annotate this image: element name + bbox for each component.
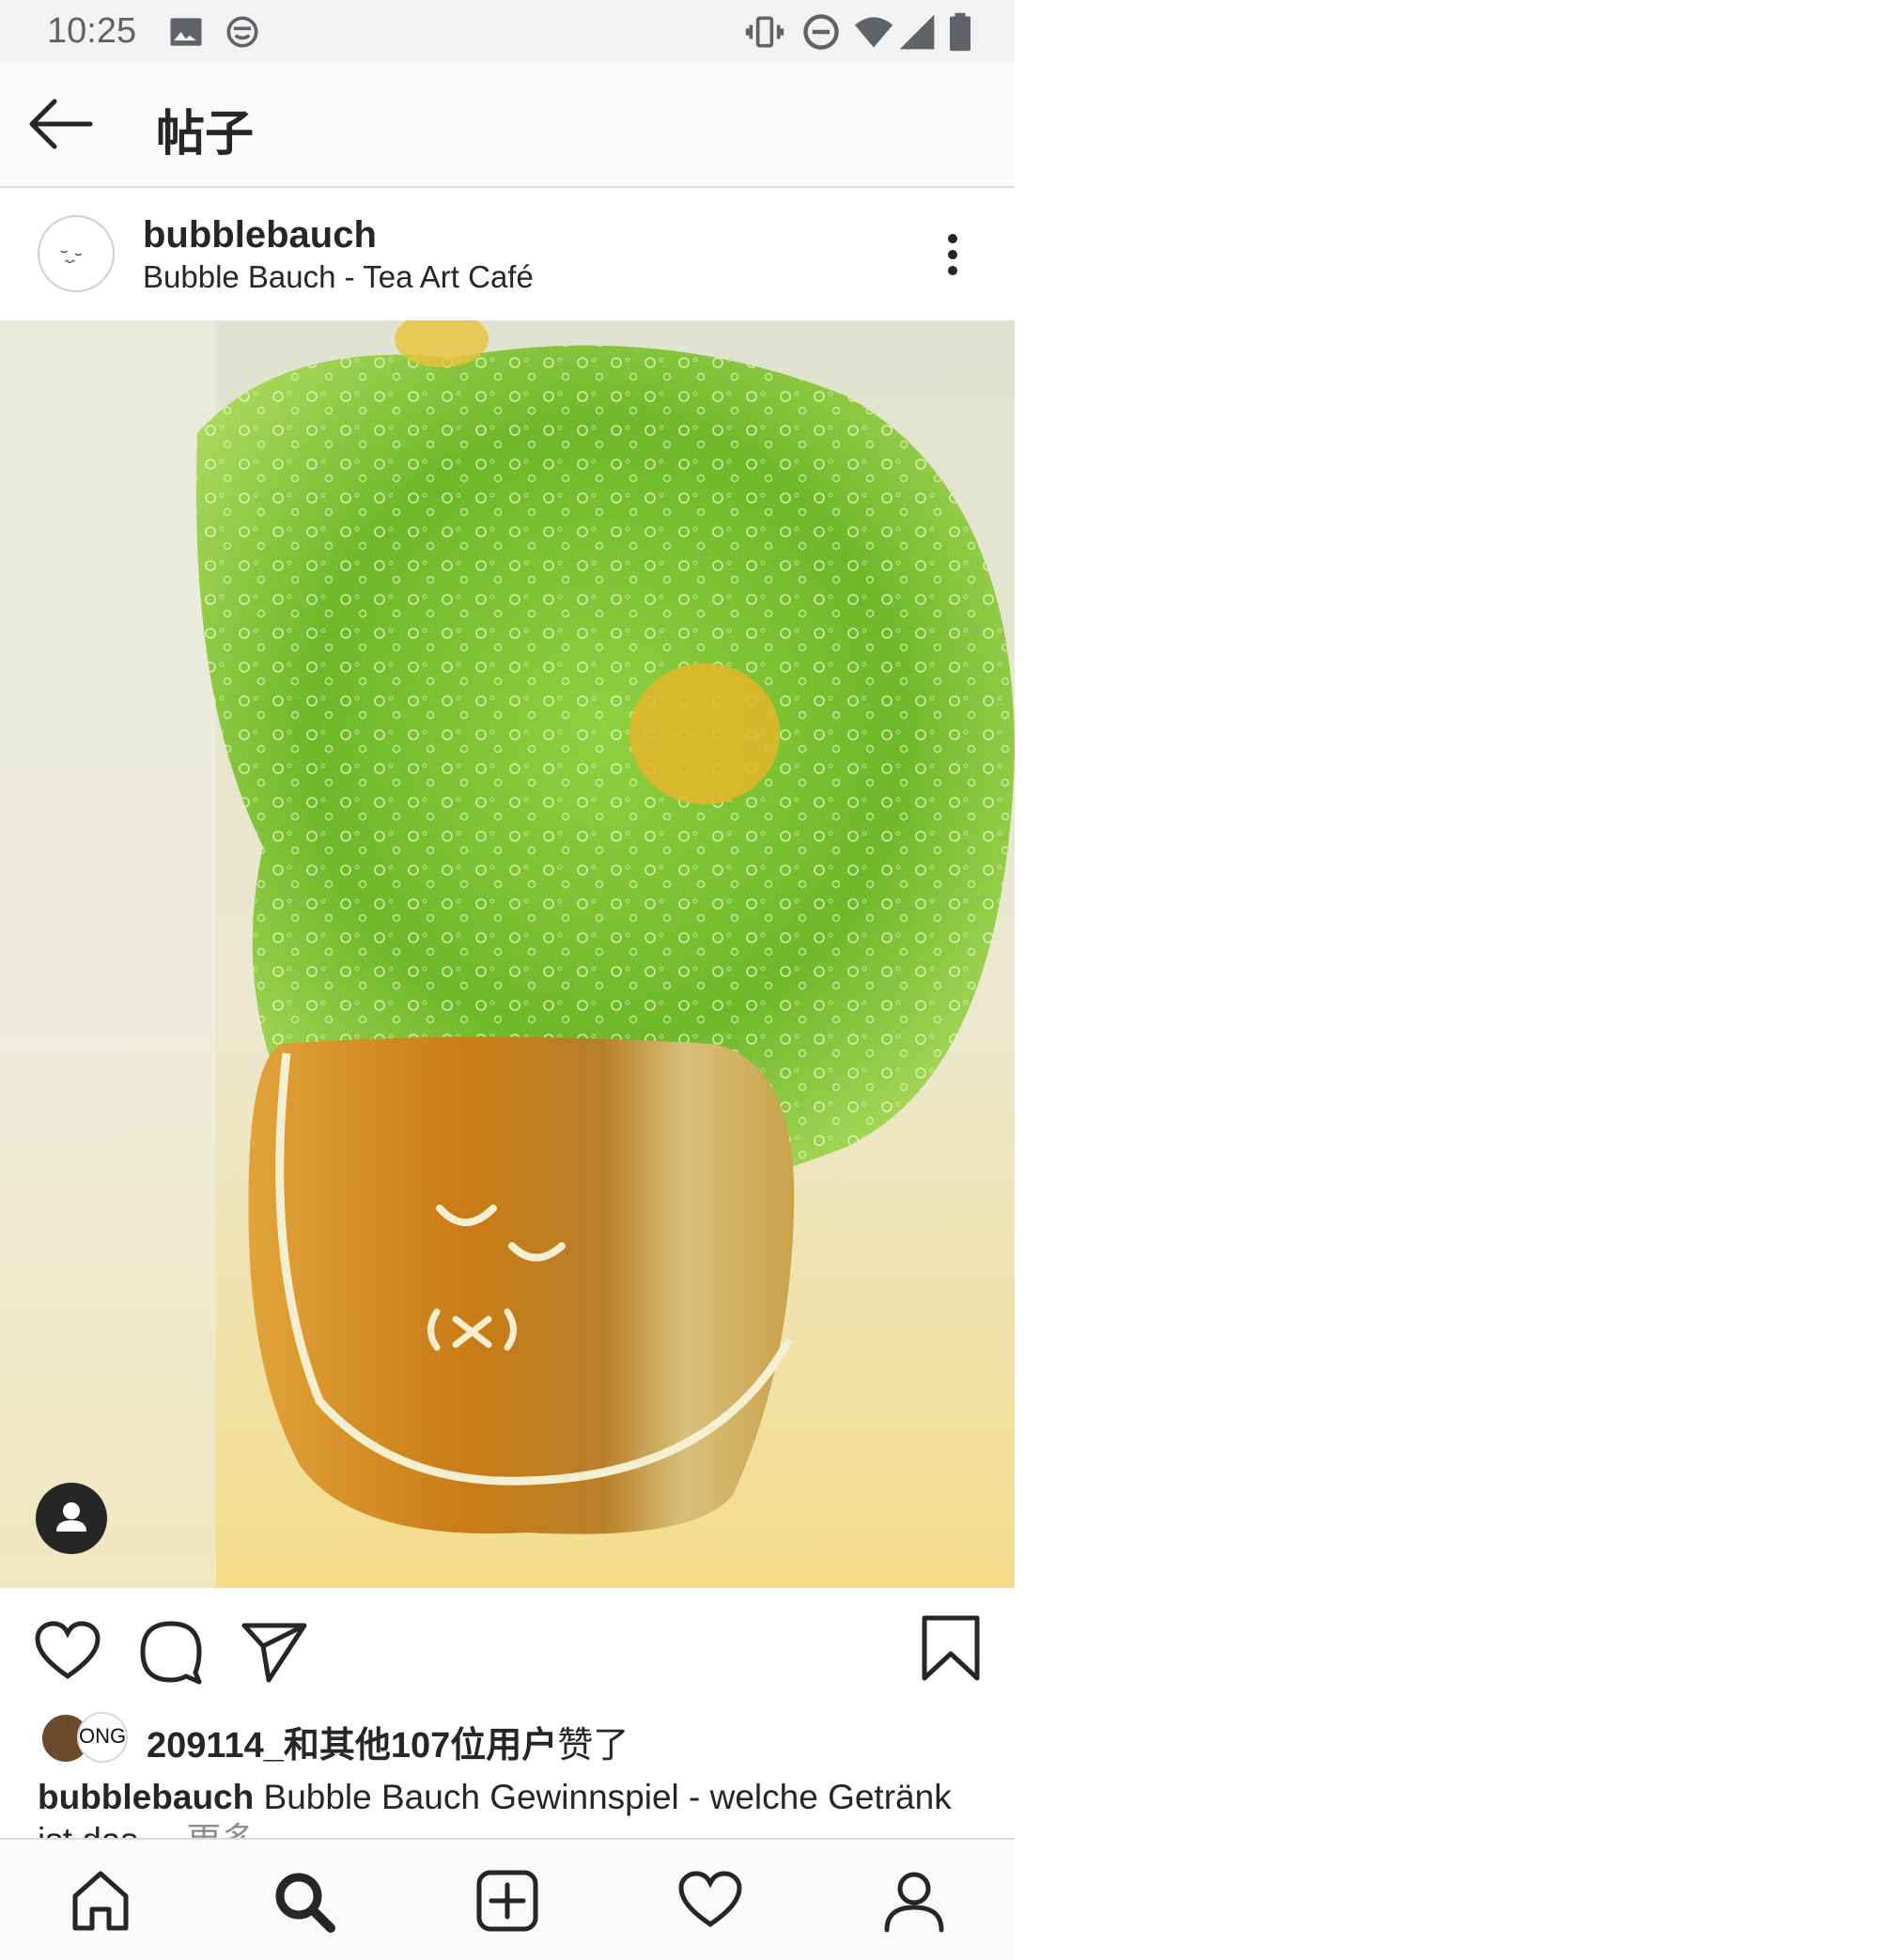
liker-avatar: ONG <box>77 1712 128 1763</box>
home-icon[interactable] <box>68 1868 133 1934</box>
post-header: bubblebauch Bubble Bauch - Tea Art Café <box>0 188 1015 319</box>
post-photo[interactable] <box>0 320 1015 1588</box>
post-caption: bubblebauch Bubble Bauch Gewinnspiel - w… <box>38 1776 977 1838</box>
status-bar: 10:25 <box>0 0 1015 62</box>
activity-heart-icon[interactable] <box>677 1868 743 1934</box>
profile-icon[interactable] <box>881 1868 947 1934</box>
back-arrow-icon[interactable] <box>26 96 96 152</box>
likes-count: 209114_和其他107位用户赞了 <box>147 1726 629 1766</box>
like-heart-icon[interactable] <box>34 1618 101 1686</box>
avatar[interactable] <box>38 215 115 292</box>
page-title: 帖子 <box>156 107 255 162</box>
search-icon[interactable] <box>271 1868 336 1934</box>
image-icon <box>165 11 207 53</box>
status-time: 10:25 <box>47 11 137 51</box>
app-bar: 帖子 <box>0 62 1015 188</box>
tagged-users-button[interactable] <box>36 1483 107 1554</box>
more-options-icon[interactable] <box>940 231 966 278</box>
new-post-icon[interactable] <box>474 1868 540 1934</box>
bookmark-icon[interactable] <box>917 1614 985 1682</box>
battery-icon <box>940 11 981 53</box>
post-username[interactable]: bubblebauch <box>143 214 377 257</box>
post-location[interactable]: Bubble Bauch - Tea Art Café <box>143 259 534 295</box>
app-screen: 10:25 帖子 bubblebauch Bubble Bauch - Tea … <box>0 0 1015 1960</box>
comment-icon[interactable] <box>137 1618 205 1686</box>
wifi-icon <box>853 11 894 53</box>
post-actions <box>0 1588 1015 1710</box>
vibrate-icon <box>744 11 785 53</box>
bottom-nav <box>0 1838 1015 1960</box>
likes-row[interactable]: ONG 209114_和其他107位用户赞了 <box>39 1710 979 1766</box>
caption-username[interactable]: bubblebauch <box>38 1778 254 1816</box>
signal-icon <box>896 11 938 53</box>
share-send-icon[interactable] <box>241 1618 308 1686</box>
smiley-face-icon <box>222 11 263 53</box>
caption-more-link[interactable]: 更多 <box>186 1821 256 1838</box>
do-not-disturb-icon <box>800 11 842 53</box>
